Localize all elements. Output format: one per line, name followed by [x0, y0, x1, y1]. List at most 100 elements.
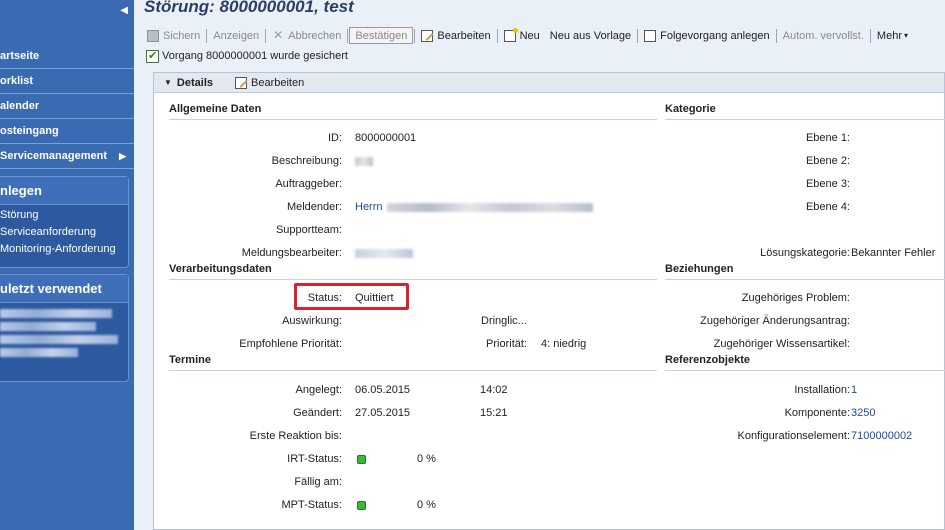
- field-auftraggeber: Auftraggeber:: [154, 177, 654, 191]
- field-zugehoeriger-wissensartikel: Zugehöriger Wissensartikel:: [665, 337, 945, 351]
- details-toggle[interactable]: ▼ Details: [154, 77, 213, 89]
- konfigurationselement-link[interactable]: 7100000002: [851, 429, 912, 443]
- sidebar-item-label: Servicemanagement: [0, 150, 107, 162]
- field-id: ID: 8000000001: [154, 131, 654, 145]
- field-label: Auftraggeber:: [275, 178, 342, 190]
- section-kategorie: Kategorie: [665, 103, 945, 120]
- anlegen-link-stoerung[interactable]: Störung: [0, 207, 128, 224]
- installation-link[interactable]: 1: [851, 383, 857, 397]
- mpt-status-led-icon: [357, 500, 366, 514]
- toolbar-separator: [637, 28, 639, 43]
- field-label: ID:: [327, 132, 342, 144]
- field-value: Bekannter Fehler: [851, 247, 936, 259]
- field-label: MPT-Status:: [281, 499, 342, 511]
- toolbar-separator: [265, 28, 267, 43]
- field-installation: Installation: 1: [665, 383, 945, 397]
- more-button[interactable]: Mehr ▾: [872, 27, 913, 44]
- field-label: Geändert:: [293, 407, 342, 419]
- field-meldender: Meldender: Herrn: [154, 200, 654, 214]
- field-value: Herrn: [355, 201, 383, 213]
- field-label: Beschreibung:: [271, 155, 342, 167]
- section-termine: Termine: [169, 354, 657, 371]
- sidebar-item-servicemanagement[interactable]: Servicemanagement ▶: [0, 144, 134, 169]
- anlegen-link-serviceanforderung[interactable]: Serviceanforderung: [0, 224, 128, 241]
- field-label: Komponente:: [784, 407, 850, 419]
- field-label: Ebene 3:: [805, 178, 850, 190]
- recent-item-redacted[interactable]: [0, 309, 112, 318]
- field-label: IRT-Status:: [287, 453, 342, 465]
- section-verarbeitungsdaten: Verarbeitungsdaten: [169, 263, 657, 280]
- field-meldungsbearbeiter: Meldungsbearbeiter:: [154, 246, 654, 260]
- close-icon: ✕: [273, 27, 284, 42]
- toolbar-separator: [347, 28, 349, 43]
- field-ebene-3: Ebene 3:: [665, 177, 945, 191]
- autocomplete-label: Autom. vervollst.: [782, 29, 864, 42]
- field-label: Auswirkung:: [282, 315, 342, 327]
- sidebar-item-label: artseite: [0, 50, 40, 62]
- sidebar-item-label: alender: [0, 100, 40, 112]
- field-empfohlene-prioritaet: Empfohlene Priorität: Priorität: 4: nied…: [154, 337, 654, 351]
- section-allgemeine-daten: Allgemeine Daten: [169, 103, 657, 120]
- confirm-label: Bestätigen: [355, 29, 408, 42]
- chevron-down-icon: ▾: [903, 31, 908, 40]
- field-supportteam: Supportteam:: [154, 223, 654, 237]
- sidebar-item-label: osteingang: [0, 125, 59, 137]
- field-zugehoeriges-problem: Zugehöriges Problem:: [665, 291, 945, 305]
- autocomplete-button[interactable]: Autom. vervollst.: [778, 27, 869, 44]
- field-value-redacted: [355, 154, 373, 168]
- chevron-right-icon: ▶: [119, 151, 126, 161]
- edit-button[interactable]: Bearbeiten: [416, 27, 495, 44]
- sidebar-item-label: orklist: [0, 75, 34, 87]
- field-label: Empfohlene Priorität:: [239, 338, 342, 350]
- field-beschreibung: Beschreibung:: [154, 154, 654, 168]
- komponente-link[interactable]: 3250: [851, 406, 875, 420]
- field-erste-reaktion: Erste Reaktion bis:: [154, 429, 654, 443]
- field-auswirkung: Auswirkung: Dringlic...: [154, 314, 654, 328]
- sidebar-item-worklist[interactable]: orklist: [0, 69, 134, 94]
- meldender-link[interactable]: Herrn: [355, 200, 593, 214]
- field-label: Ebene 1:: [805, 132, 850, 144]
- anlegen-title: nlegen: [0, 177, 128, 205]
- collapse-sidebar-icon[interactable]: ◀: [120, 5, 128, 16]
- new-button[interactable]: Neu: [499, 27, 545, 44]
- field-label: Erste Reaktion bis:: [249, 430, 342, 442]
- toolbar-separator: [206, 28, 208, 43]
- toolbar: Sichern Anzeigen ✕ Abbrechen Bestätigen B…: [142, 26, 942, 45]
- zuletzt-title: uletzt verwendet: [0, 275, 128, 303]
- display-button[interactable]: Anzeigen: [208, 27, 264, 44]
- checkmark-icon: [146, 49, 159, 63]
- field-label: Ebene 4:: [805, 201, 850, 213]
- new-from-template-button[interactable]: Neu aus Vorlage: [545, 27, 636, 44]
- sidebar-nav: artseite orklist alender osteingang Serv…: [0, 44, 134, 169]
- recent-item-redacted[interactable]: [0, 348, 78, 357]
- field-geaendert: Geändert: 27.05.2015 15:21: [154, 406, 654, 420]
- details-title: Details: [176, 76, 213, 89]
- status-highlight-box: [294, 283, 409, 310]
- triangle-down-icon: ▼: [164, 78, 172, 87]
- field-ebene-1: Ebene 1:: [665, 131, 945, 145]
- follow-up-button[interactable]: Folgevorgang anlegen: [639, 27, 774, 44]
- sidebar-item-posteingang[interactable]: osteingang: [0, 119, 134, 144]
- zuletzt-panel: uletzt verwendet: [0, 274, 129, 382]
- recent-item-redacted[interactable]: [0, 335, 118, 344]
- sidebar-item-startseite[interactable]: artseite: [0, 44, 134, 69]
- field-value-time: 14:02: [480, 384, 508, 396]
- details-panel: ▼ Details Bearbeiten Allgemeine Daten ID:…: [153, 72, 945, 530]
- new-label: Neu: [519, 29, 540, 42]
- confirm-button[interactable]: Bestätigen: [349, 27, 414, 44]
- edit-label: Bearbeiten: [437, 29, 491, 42]
- redacted-name: [386, 202, 593, 212]
- field-value-time: 15:21: [480, 407, 508, 419]
- cancel-button[interactable]: ✕ Abbrechen: [267, 27, 346, 44]
- save-button[interactable]: Sichern: [142, 27, 205, 44]
- recent-item-redacted[interactable]: [0, 322, 96, 331]
- field-label-dringlichkeit: Dringlic...: [481, 315, 527, 327]
- details-edit-button[interactable]: Bearbeiten: [235, 76, 304, 89]
- anlegen-panel: nlegen Störung Serviceanforderung Monito…: [0, 176, 129, 268]
- sidebar: ◀ artseite orklist alender osteingang Se…: [0, 0, 134, 530]
- sidebar-item-kalender[interactable]: alender: [0, 94, 134, 119]
- field-label: Installation:: [794, 384, 850, 396]
- anlegen-link-monitoring[interactable]: Monitoring-Anforderung: [0, 241, 128, 258]
- field-label-prioritaet: Priorität:: [486, 338, 527, 350]
- field-konfigurationselement: Konfigurationselement: 7100000002: [665, 429, 945, 443]
